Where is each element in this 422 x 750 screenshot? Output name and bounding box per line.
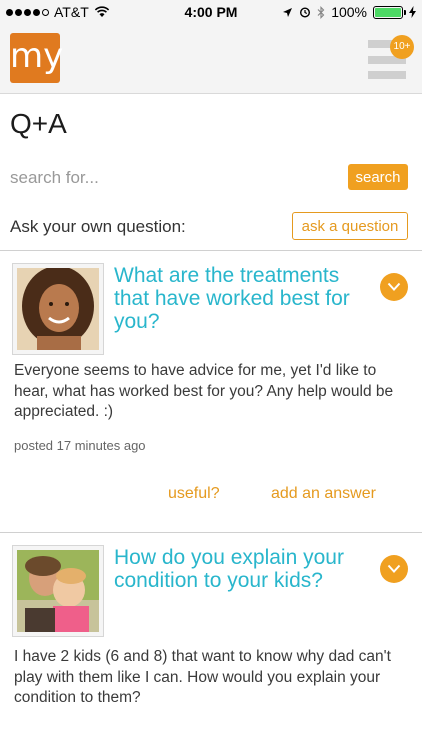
search-bar: search <box>10 164 412 192</box>
alarm-clock-icon <box>300 7 311 18</box>
add-answer-button[interactable]: add an answer <box>271 485 376 503</box>
parent-and-child-photo <box>17 550 99 632</box>
expand-button[interactable] <box>380 555 408 583</box>
question-card: How do you explain your condition to you… <box>0 533 422 750</box>
useful-button[interactable]: useful? <box>168 485 220 503</box>
woman-portrait-photo <box>17 268 99 350</box>
question-body: I have 2 kids (6 and 8) that want to kno… <box>14 648 391 706</box>
app-logo[interactable]: my <box>10 33 63 83</box>
battery-icon <box>373 5 406 19</box>
ask-question-label: Ask your own question: <box>10 217 186 236</box>
question-card: What are the treatments that have worked… <box>0 251 422 532</box>
ask-question-button[interactable]: ask a question <box>292 212 408 240</box>
expand-button[interactable] <box>380 273 408 301</box>
charging-bolt-icon <box>409 6 416 18</box>
question-body: Everyone seems to have advice for me, ye… <box>14 362 394 420</box>
app-header: my 10+ <box>0 24 422 94</box>
menu-button[interactable]: 10+ <box>368 35 414 80</box>
avatar <box>12 263 104 355</box>
chevron-down-icon <box>387 564 401 573</box>
page-title: Q+A <box>10 108 67 139</box>
posted-time: posted 17 minutes ago <box>14 438 146 453</box>
bluetooth-icon <box>317 5 325 19</box>
search-button[interactable]: search <box>348 164 408 190</box>
question-title[interactable]: How do you explain your condition to you… <box>114 546 370 592</box>
question-title[interactable]: What are the treatments that have worked… <box>114 264 370 333</box>
search-input[interactable] <box>10 164 330 192</box>
chevron-down-icon <box>387 282 401 291</box>
status-right: 100% <box>282 4 416 20</box>
notification-badge: 10+ <box>390 35 414 59</box>
ask-question-row: Ask your own question: ask a question <box>10 212 412 240</box>
location-arrow-icon <box>283 7 293 17</box>
avatar <box>12 545 104 637</box>
battery-percent: 100% <box>331 4 367 20</box>
status-bar: AT&T 4:00 PM 100% <box>0 0 422 24</box>
